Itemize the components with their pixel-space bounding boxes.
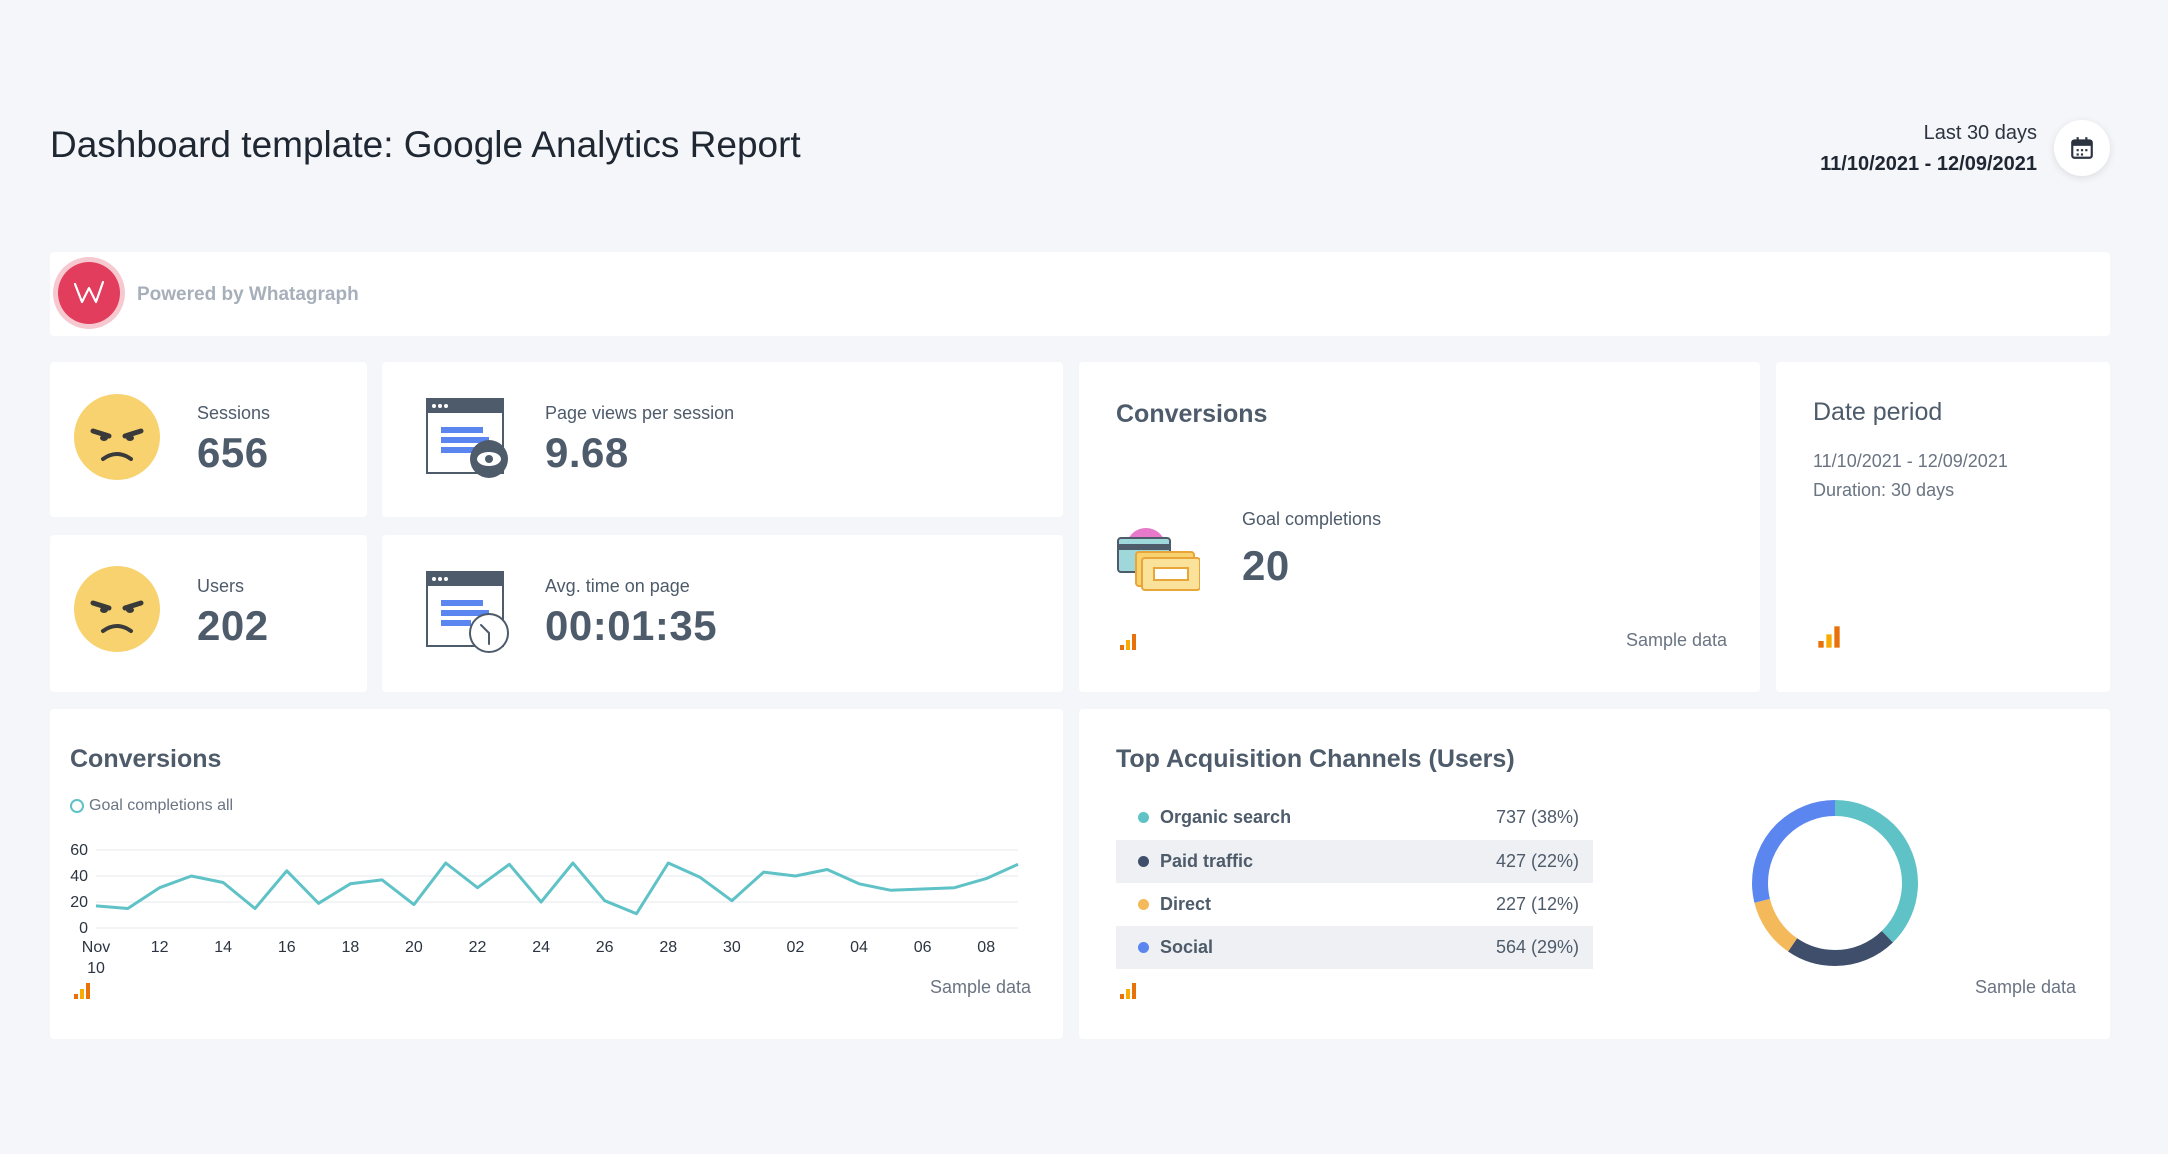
- date-period-duration: Duration: 30 days: [1813, 480, 1955, 500]
- x-tick-label: 24: [532, 939, 550, 956]
- x-tick-label: Nov 10: [82, 939, 110, 977]
- channel-name: Direct: [1160, 894, 1212, 914]
- x-tick-label: 28: [659, 939, 677, 956]
- sample-data-label: Sample data: [1626, 630, 1728, 650]
- conversions-line-chart: 60 40 20 0 Nov 10 12 14 16 18 20 22 24 26 28 30 02 04 06 08: [70, 842, 1019, 977]
- channel-dot: [1138, 942, 1149, 953]
- channel-row-direct[interactable]: Direct 227 (12%): [1116, 883, 1593, 926]
- channel-name: Social: [1160, 937, 1214, 957]
- google-analytics-icon: [1818, 626, 1840, 648]
- y-tick-label: 0: [79, 920, 88, 937]
- payment-cards-icon: [1117, 528, 1200, 591]
- x-tick-label: 22: [469, 939, 487, 956]
- x-tick-label: 06: [914, 939, 932, 956]
- y-tick-label: 20: [70, 894, 88, 911]
- x-tick-label: 26: [596, 939, 614, 956]
- google-analytics-icon: [74, 983, 90, 999]
- y-tick-label: 60: [70, 842, 88, 859]
- page-title: Dashboard template: Google Analytics Rep…: [50, 124, 801, 165]
- date-period-title: Date period: [1813, 398, 1943, 426]
- date-period-range-text: 11/10/2021 - 12/09/2021: [1813, 451, 2008, 471]
- conversions-chart-title: Conversions: [70, 745, 222, 773]
- date-picker-button[interactable]: [2054, 120, 2110, 176]
- x-tick-label: 08: [977, 939, 995, 956]
- channel-dot: [1138, 856, 1149, 867]
- channel-value: 737 (38%): [1495, 807, 1579, 827]
- x-tick-label: 18: [341, 939, 359, 956]
- goal-completions-value: 20: [1242, 542, 1290, 589]
- channel-value: 427 (22%): [1495, 851, 1579, 871]
- browser-clock-icon: [426, 571, 509, 653]
- channel-row-organic[interactable]: Organic search 737 (38%): [1116, 796, 1593, 839]
- x-tick-label: 20: [405, 939, 423, 956]
- x-tick-label: 30: [723, 939, 741, 956]
- x-tick-label: 04: [850, 939, 868, 956]
- acquisition-title: Top Acquisition Channels (Users): [1116, 745, 1515, 773]
- sample-data-label: Sample data: [930, 977, 1032, 997]
- conversions-card-title: Conversions: [1116, 400, 1268, 428]
- channel-row-social[interactable]: Social 564 (29%): [1116, 926, 1593, 969]
- channel-name: Paid traffic: [1160, 851, 1254, 871]
- sessions-label: Sessions: [197, 403, 271, 423]
- users-label: Users: [197, 576, 245, 596]
- users-value: 202: [197, 602, 269, 649]
- channel-dot: [1138, 899, 1149, 910]
- google-analytics-icon: [1120, 983, 1136, 999]
- goal-completions-label: Goal completions: [1242, 509, 1382, 529]
- powered-by-bar: [50, 252, 2110, 336]
- series-line-goal-completions: [95, 861, 1019, 916]
- browser-eye-icon: [426, 398, 508, 478]
- channel-row-paid[interactable]: Paid traffic 427 (22%): [1116, 840, 1593, 883]
- calendar-icon: [2071, 137, 2093, 159]
- avgtime-label: Avg. time on page: [545, 576, 690, 596]
- legend-label: Goal completions all: [89, 797, 234, 814]
- x-tick-label: 02: [787, 939, 805, 956]
- x-tick-label: 14: [214, 939, 232, 956]
- channel-name: Organic search: [1160, 807, 1292, 827]
- chart-legend[interactable]: Goal completions all: [70, 797, 233, 815]
- angry-face-icon: [74, 566, 160, 652]
- pageviews-label: Page views per session: [545, 403, 735, 423]
- date-period-range: 11/10/2021 - 12/09/2021: [1820, 153, 2037, 175]
- sessions-value: 656: [197, 429, 269, 476]
- legend-marker: [70, 799, 84, 813]
- pageviews-value: 9.68: [545, 429, 629, 476]
- sample-data-label: Sample data: [1975, 977, 2077, 997]
- powered-by-text: Powered by Whatagraph: [137, 284, 359, 305]
- google-analytics-icon: [1120, 634, 1136, 650]
- channel-dot: [1138, 812, 1149, 823]
- x-tick-label: 12: [151, 939, 169, 956]
- date-period-label: Last 30 days: [1923, 122, 2037, 144]
- whatagraph-logo-icon[interactable]: [58, 262, 120, 324]
- angry-face-icon: [74, 394, 160, 480]
- x-tick-label: 16: [278, 939, 296, 956]
- avgtime-value: 00:01:35: [545, 602, 718, 649]
- acquisition-donut-chart: [1752, 800, 1918, 966]
- y-tick-label: 40: [70, 868, 88, 885]
- channel-value: 564 (29%): [1495, 937, 1579, 957]
- channel-value: 227 (12%): [1495, 894, 1579, 914]
